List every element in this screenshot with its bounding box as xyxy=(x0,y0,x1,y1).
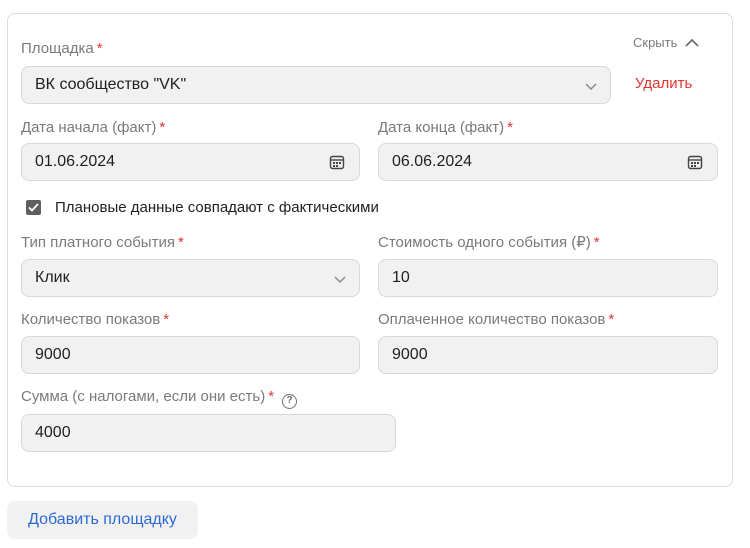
plan-matches-label: Плановые данные совпадают с фактическими xyxy=(55,199,379,216)
paid-impressions-label: Оплаченное количество показов * xyxy=(378,311,615,328)
chevron-down-icon xyxy=(585,83,597,91)
required-mark: * xyxy=(177,234,184,251)
end-date-input[interactable]: 06.06.2024 xyxy=(378,143,718,181)
required-mark: * xyxy=(159,119,166,136)
required-mark: * xyxy=(96,40,103,57)
start-date-input[interactable]: 01.06.2024 xyxy=(21,143,360,181)
start-date-value: 01.06.2024 xyxy=(35,153,116,170)
amount-input[interactable]: 4000 xyxy=(21,414,396,452)
impressions-label: Количество показов * xyxy=(21,311,170,328)
hide-button[interactable]: Скрыть xyxy=(633,35,700,50)
required-mark: * xyxy=(507,119,513,136)
chevron-down-icon xyxy=(334,276,346,284)
help-icon[interactable]: ? xyxy=(282,394,298,409)
event-cost-label: Стоимость одного события (₽) * xyxy=(378,234,600,251)
required-mark: * xyxy=(163,311,170,328)
plan-matches-row: Плановые данные совпадают с фактическими xyxy=(26,199,379,216)
end-date-value: 06.06.2024 xyxy=(392,153,473,170)
impressions-input[interactable]: 9000 xyxy=(21,336,360,374)
start-date-label: Дата начала (факт) * xyxy=(21,119,166,136)
required-mark: * xyxy=(593,234,600,251)
event-cost-input[interactable]: 10 xyxy=(378,259,718,297)
chevron-up-icon xyxy=(685,38,700,47)
hide-label: Скрыть xyxy=(633,35,678,50)
required-mark: * xyxy=(268,388,275,405)
add-platform-button[interactable]: Добавить площадку xyxy=(7,501,198,539)
calendar-icon[interactable] xyxy=(329,154,345,170)
event-type-select[interactable]: Клик xyxy=(21,259,360,297)
event-type-value: Клик xyxy=(35,269,70,286)
amount-value: 4000 xyxy=(35,424,71,441)
paid-impressions-input[interactable]: 9000 xyxy=(378,336,718,374)
plan-matches-checkbox[interactable] xyxy=(26,200,41,215)
platform-select[interactable]: ВК сообщество "VK" xyxy=(21,66,611,104)
impressions-value: 9000 xyxy=(35,346,71,363)
platform-label: Площадка * xyxy=(21,40,103,57)
required-mark: * xyxy=(608,311,615,328)
calendar-icon[interactable] xyxy=(687,154,703,170)
amount-label: Сумма (с налогами, если они есть) *? xyxy=(21,388,298,409)
platform-value: ВК сообщество "VK" xyxy=(35,76,187,93)
event-cost-value: 10 xyxy=(392,269,410,286)
event-type-label: Тип платного события * xyxy=(21,234,184,251)
end-date-label: Дата конца (факт) * xyxy=(378,119,513,136)
checkmark-icon xyxy=(28,203,39,212)
paid-impressions-value: 9000 xyxy=(392,346,428,363)
delete-button[interactable]: Удалить xyxy=(635,75,692,92)
